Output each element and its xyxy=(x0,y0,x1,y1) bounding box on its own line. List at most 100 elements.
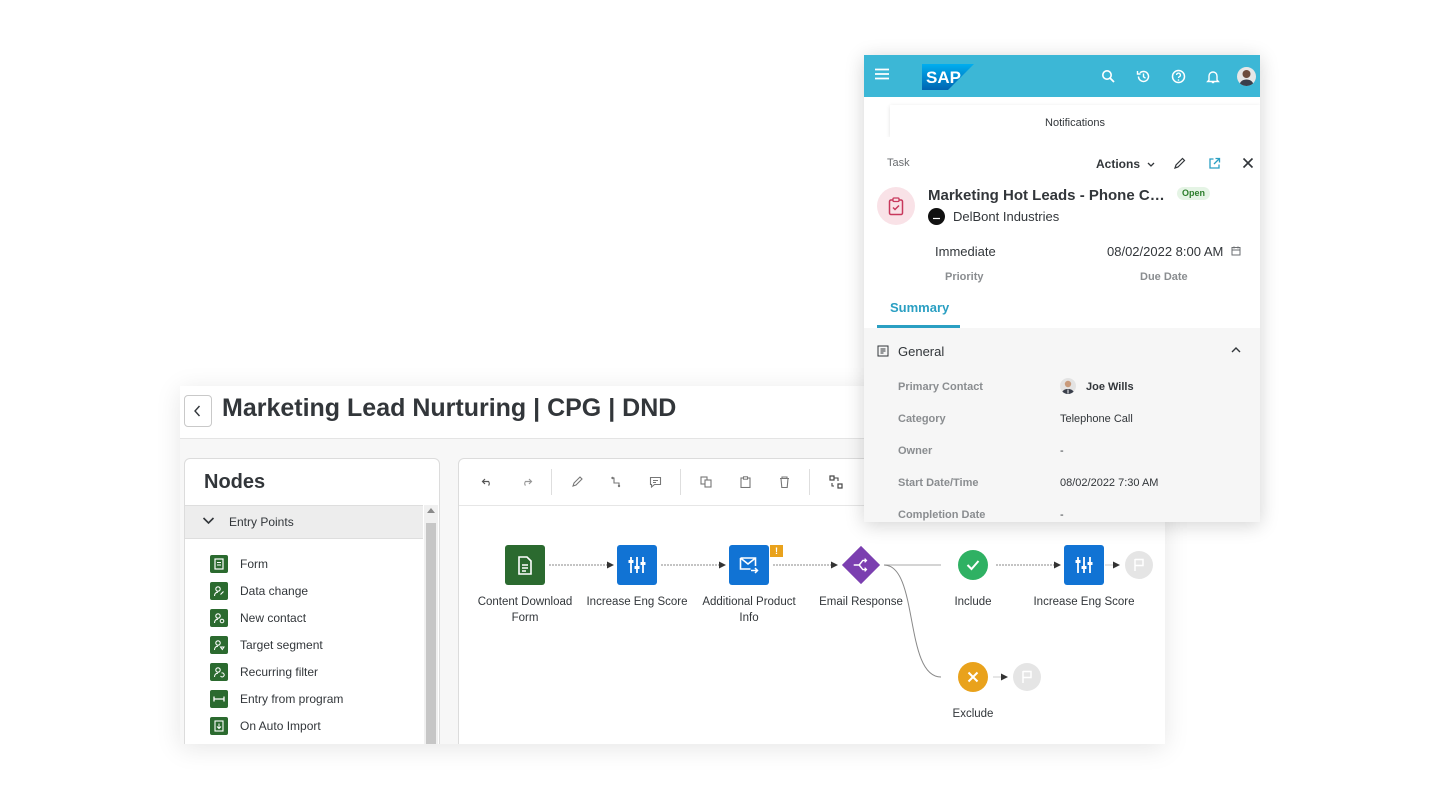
field-label: Start Date/Time xyxy=(898,477,979,489)
entry-item-data-change[interactable]: Data change xyxy=(210,581,308,601)
flow-label: Additional Product Info xyxy=(702,596,796,624)
page-title: Marketing Lead Nurturing | CPG | DND xyxy=(222,394,677,422)
flow-node-additional-product-info[interactable] xyxy=(729,545,769,585)
status-badge: Open xyxy=(1177,187,1211,200)
flow-node-include[interactable] xyxy=(958,550,988,580)
notifications-label: Notifications xyxy=(1045,117,1105,129)
help-icon[interactable] xyxy=(1169,67,1187,85)
sap-task-window: SAP Notifications Task Actions Marketing… xyxy=(864,55,1260,522)
field-label: Category xyxy=(898,413,946,425)
auto-import-icon xyxy=(210,717,228,735)
field-value: - xyxy=(1060,445,1064,457)
chevron-down-icon xyxy=(202,517,215,525)
recurring-filter-icon xyxy=(210,663,228,681)
history-icon[interactable] xyxy=(1134,67,1152,85)
flow-label: Content Download Form xyxy=(477,596,573,624)
actions-menu[interactable]: Actions xyxy=(1096,157,1155,171)
user-avatar[interactable] xyxy=(1237,67,1256,86)
bell-icon[interactable] xyxy=(1204,67,1222,85)
svg-text:SAP: SAP xyxy=(926,68,961,87)
task-title: Marketing Hot Leads - Phone Call to disc… xyxy=(928,187,1168,204)
entry-program-icon xyxy=(210,690,228,708)
field-value: - xyxy=(1060,509,1064,521)
flow-node-email-response[interactable] xyxy=(841,545,881,585)
split-icon xyxy=(841,545,881,585)
entry-item-label: Form xyxy=(240,557,268,571)
warning-badge[interactable]: ! xyxy=(770,545,783,557)
sap-logo[interactable]: SAP xyxy=(922,64,974,90)
chevron-up-icon[interactable] xyxy=(1231,346,1241,353)
tab-summary[interactable]: Summary xyxy=(890,300,949,315)
priority-label: Priority xyxy=(945,271,984,283)
entry-item-new-contact[interactable]: New contact xyxy=(210,608,306,628)
scroll-up-arrow-icon[interactable] xyxy=(427,508,435,513)
scroll-thumb[interactable] xyxy=(426,523,436,744)
general-section: General Primary Contact Joe Wills Catego… xyxy=(864,328,1260,522)
nodes-scrollbar[interactable] xyxy=(424,505,438,744)
entry-points-label: Entry Points xyxy=(229,515,294,529)
entry-item-label: On Auto Import xyxy=(240,719,321,733)
task-clipboard-icon xyxy=(877,187,915,225)
open-external-icon[interactable] xyxy=(1206,155,1222,171)
entry-item-form[interactable]: Form xyxy=(210,554,268,574)
due-date-label: Due Date xyxy=(1140,271,1188,283)
flow-node-increase-eng-score-2[interactable] xyxy=(1064,545,1104,585)
entry-item-label: Data change xyxy=(240,584,309,598)
flow-node-increase-eng-score[interactable] xyxy=(617,545,657,585)
nodes-panel-title: Nodes xyxy=(204,471,266,493)
chevron-left-icon xyxy=(194,405,201,417)
document-icon xyxy=(518,555,532,575)
task-header xyxy=(864,137,1260,327)
edit-icon[interactable] xyxy=(1171,155,1187,171)
flow-end-flag-icon[interactable] xyxy=(1125,551,1153,579)
entry-item-label: New contact xyxy=(240,611,307,625)
entry-points-group[interactable]: Entry Points xyxy=(185,505,423,539)
flow-node-exclude[interactable] xyxy=(958,662,988,692)
company-logo xyxy=(928,208,945,225)
flow-label: Increase Eng Score xyxy=(1033,596,1135,608)
flow-label: Increase Eng Score xyxy=(586,596,688,608)
form-list-icon xyxy=(877,345,889,357)
hamburger-menu-icon[interactable] xyxy=(875,68,889,80)
check-icon xyxy=(966,560,980,571)
priority-value: Immediate xyxy=(935,244,996,259)
contact-avatar xyxy=(1060,378,1076,394)
task-type-label: Task xyxy=(887,157,910,169)
entry-item-entry-from-program[interactable]: Entry from program xyxy=(210,689,343,709)
due-date-value: 08/02/2022 8:00 AM xyxy=(1107,244,1241,259)
flow-label: Exclude xyxy=(952,708,994,720)
entry-item-on-auto-import[interactable]: On Auto Import xyxy=(210,716,321,736)
flow-label: Email Response xyxy=(819,596,903,608)
field-value: Telephone Call xyxy=(1060,413,1133,425)
field-label: Completion Date xyxy=(898,509,986,521)
flow-node-content-download-form[interactable] xyxy=(505,545,545,585)
back-button[interactable] xyxy=(184,395,212,427)
due-date-text: 08/02/2022 8:00 AM xyxy=(1107,244,1224,259)
sap-shellbar: SAP xyxy=(864,55,1260,97)
nodes-panel: Nodes Entry Points Form Data change New … xyxy=(184,458,440,744)
entry-item-label: Entry from program xyxy=(240,692,344,706)
cross-icon xyxy=(967,671,979,683)
entry-item-label: Target segment xyxy=(240,638,323,652)
flow-label: Include xyxy=(954,596,992,608)
close-icon[interactable] xyxy=(1240,155,1256,171)
data-change-icon xyxy=(210,582,228,600)
primary-contact-link[interactable]: Joe Wills xyxy=(1086,381,1134,393)
general-section-title: General xyxy=(898,344,945,359)
field-label: Owner xyxy=(898,445,933,457)
chevron-down-icon xyxy=(1147,162,1155,167)
form-icon xyxy=(210,555,228,573)
target-segment-icon xyxy=(210,636,228,654)
email-icon xyxy=(739,557,759,574)
flow-end-flag-icon[interactable] xyxy=(1013,663,1041,691)
company-name[interactable]: DelBont Industries xyxy=(953,209,1059,224)
entry-item-target-segment[interactable]: Target segment xyxy=(210,635,323,655)
new-contact-icon xyxy=(210,609,228,627)
field-value: 08/02/2022 7:30 AM xyxy=(1060,477,1159,489)
calendar-icon[interactable] xyxy=(1231,246,1241,256)
entry-item-recurring-filter[interactable]: Recurring filter xyxy=(210,662,318,682)
actions-label: Actions xyxy=(1096,157,1141,171)
entry-item-label: Recurring filter xyxy=(240,665,319,679)
search-icon[interactable] xyxy=(1099,67,1117,85)
notifications-bar[interactable]: Notifications xyxy=(890,105,1260,137)
